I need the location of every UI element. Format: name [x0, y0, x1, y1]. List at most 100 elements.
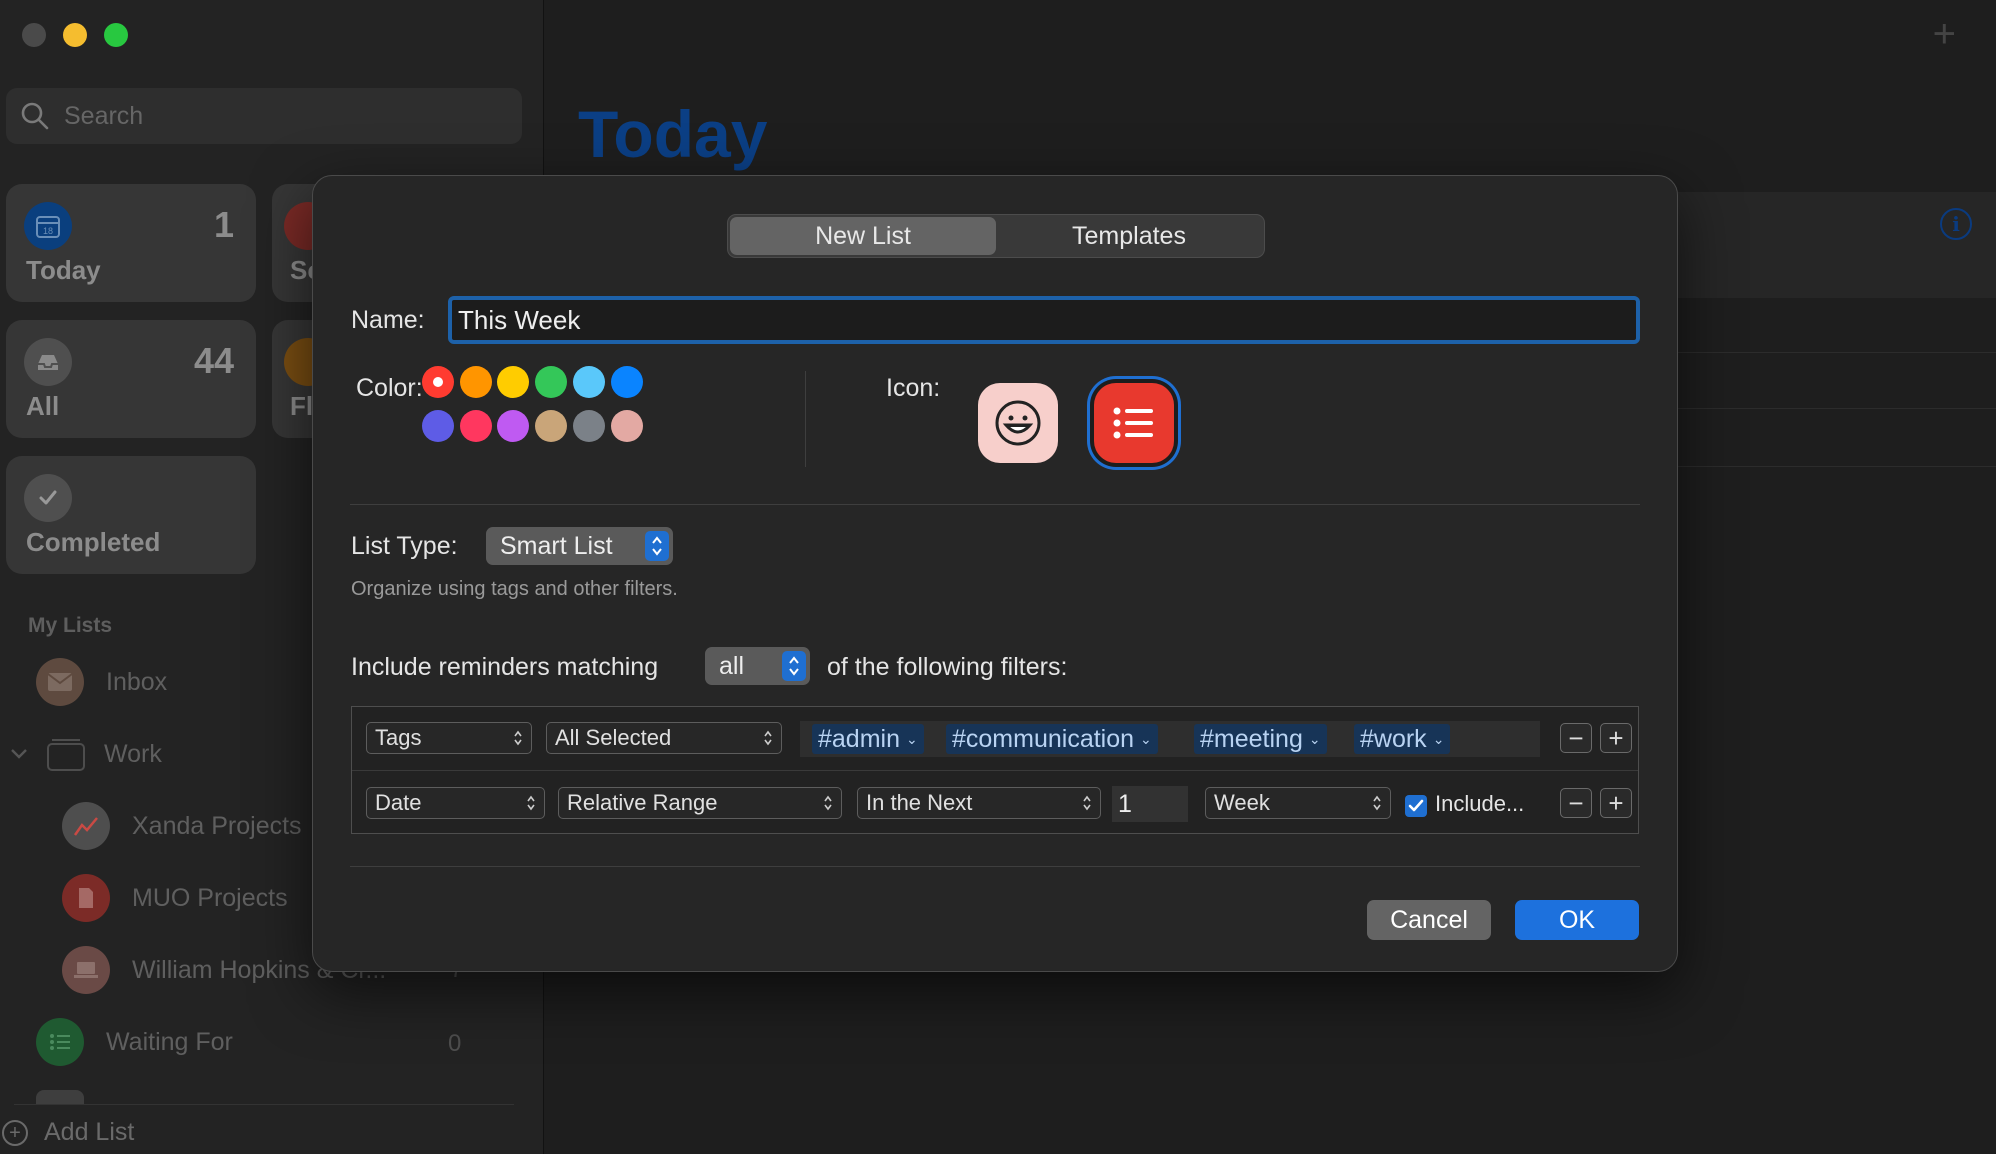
tray-icon — [24, 338, 72, 386]
calendar-icon: 18 — [24, 202, 72, 250]
filter-mode-value: Relative Range — [567, 790, 717, 816]
tag-token[interactable]: #meeting ⌄ — [1194, 724, 1327, 754]
tag-label: #admin — [818, 725, 900, 754]
svg-text:18: 18 — [43, 226, 53, 236]
folder-icon — [42, 730, 90, 778]
tag-label: #work — [1360, 725, 1427, 754]
chevron-down-icon: ⌄ — [1433, 731, 1445, 748]
range-amount-input[interactable] — [1112, 786, 1188, 822]
updown-chevron-icon — [526, 794, 536, 812]
color-swatch[interactable] — [460, 410, 492, 442]
add-list-label: Add List — [44, 1118, 134, 1147]
filter-mode-select[interactable]: All Selected — [546, 722, 782, 754]
sidebar-item-label: Work — [104, 740, 162, 769]
filter-field-select[interactable]: Date — [366, 787, 545, 819]
reminder-row — [1676, 192, 1996, 298]
divider — [805, 371, 806, 467]
my-lists-heading: My Lists — [28, 614, 112, 638]
smart-list-today[interactable]: 18 1 Today — [6, 184, 256, 302]
color-swatch[interactable] — [611, 366, 643, 398]
sidebar-item-label: MUO Projects — [132, 884, 288, 913]
new-list-dialog: New List Templates Name: Color: Icon: Li… — [312, 175, 1678, 972]
tag-token[interactable]: #communication⌄ — [946, 724, 1158, 754]
smiley-icon[interactable] — [978, 383, 1058, 463]
add-list-button[interactable]: + Add List — [2, 1118, 134, 1147]
filter-range-select[interactable]: In the Next — [857, 787, 1101, 819]
color-swatch[interactable] — [422, 366, 454, 398]
plus-circle-icon: + — [2, 1120, 28, 1146]
match-suffix: of the following filters: — [827, 653, 1067, 682]
close-window-button[interactable] — [22, 23, 46, 47]
dialog-tabs: New List Templates — [727, 214, 1265, 258]
color-swatch[interactable] — [460, 366, 492, 398]
chevron-down-icon[interactable] — [10, 748, 28, 760]
remove-filter-button[interactable]: − — [1560, 788, 1592, 818]
flagged-label: Fl — [290, 391, 313, 422]
tag-label: #meeting — [1200, 725, 1303, 754]
tag-token[interactable]: #admin⌄ — [812, 724, 924, 754]
completed-label: Completed — [26, 527, 160, 558]
tab-new-list[interactable]: New List — [730, 217, 996, 255]
chevron-down-icon: ⌄ — [1140, 731, 1152, 748]
search-icon — [20, 101, 50, 131]
filter-mode-select[interactable]: Relative Range — [558, 787, 842, 819]
sidebar-item-waiting-for[interactable]: Waiting For — [36, 1018, 233, 1066]
minimize-window-button[interactable] — [63, 23, 87, 47]
filter-field-select[interactable]: Tags — [366, 722, 532, 754]
list-type-popup[interactable]: Smart List — [486, 527, 673, 565]
updown-chevron-icon — [513, 729, 523, 747]
filter-mode-value: All Selected — [555, 725, 671, 751]
color-label: Color: — [356, 374, 423, 403]
filter-range-value: In the Next — [866, 790, 972, 816]
ok-button[interactable]: OK — [1515, 900, 1639, 940]
color-swatch[interactable] — [422, 410, 454, 442]
color-swatch[interactable] — [573, 410, 605, 442]
divider — [350, 504, 1640, 505]
color-swatch[interactable] — [497, 366, 529, 398]
tag-token[interactable]: #work ⌄ — [1354, 724, 1450, 754]
tab-templates[interactable]: Templates — [996, 217, 1262, 255]
add-reminder-icon[interactable]: + — [1933, 12, 1956, 57]
cancel-button[interactable]: Cancel — [1367, 900, 1491, 940]
filter-field-value: Date — [375, 790, 421, 816]
add-filter-button[interactable]: + — [1600, 788, 1632, 818]
sidebar-item-inbox[interactable]: Inbox — [36, 658, 167, 706]
color-swatch[interactable] — [497, 410, 529, 442]
match-mode-value: all — [719, 652, 744, 681]
document-icon — [62, 874, 110, 922]
color-swatch[interactable] — [573, 366, 605, 398]
updown-chevron-icon — [823, 794, 833, 812]
chevron-down-icon: ⌄ — [1309, 731, 1321, 748]
all-count: 44 — [194, 340, 234, 382]
list-name-input[interactable] — [448, 296, 1640, 344]
list-type-label: List Type: — [351, 532, 458, 561]
checkmark-icon — [24, 474, 72, 522]
add-filter-button[interactable]: + — [1600, 723, 1632, 753]
include-checkbox[interactable] — [1405, 795, 1427, 817]
list-icon-partial — [36, 1090, 84, 1104]
color-swatch[interactable] — [611, 410, 643, 442]
icon-label: Icon: — [886, 374, 940, 403]
row-divider — [1676, 352, 1996, 353]
sidebar-item-label: Inbox — [106, 668, 167, 697]
list-bullet-icon[interactable] — [1094, 383, 1174, 463]
color-swatch[interactable] — [535, 410, 567, 442]
match-mode-popup[interactable]: all — [705, 647, 810, 685]
info-icon[interactable]: i — [1940, 208, 1972, 240]
search-field[interactable] — [6, 88, 522, 144]
remove-filter-button[interactable]: − — [1560, 723, 1592, 753]
sidebar-item-label: Xanda Projects — [132, 812, 302, 841]
sidebar-group-work[interactable]: Work — [10, 730, 162, 778]
zoom-window-button[interactable] — [104, 23, 128, 47]
color-swatch[interactable] — [535, 366, 567, 398]
sidebar-item-xanda-projects[interactable]: Xanda Projects — [62, 802, 302, 850]
sidebar-item-muo-projects[interactable]: MUO Projects — [62, 874, 288, 922]
search-input[interactable] — [64, 102, 484, 131]
sidebar-item-label: Waiting For — [106, 1028, 233, 1057]
list-count: 0 — [448, 1030, 461, 1058]
smart-list-all[interactable]: 44 All — [6, 320, 256, 438]
tag-token-field[interactable]: #admin⌄ #communication⌄ #meeting⌄ #work⌄ — [800, 721, 1540, 757]
filter-unit-select[interactable]: Week — [1205, 787, 1391, 819]
chart-icon — [62, 802, 110, 850]
smart-list-completed[interactable]: Completed — [6, 456, 256, 574]
